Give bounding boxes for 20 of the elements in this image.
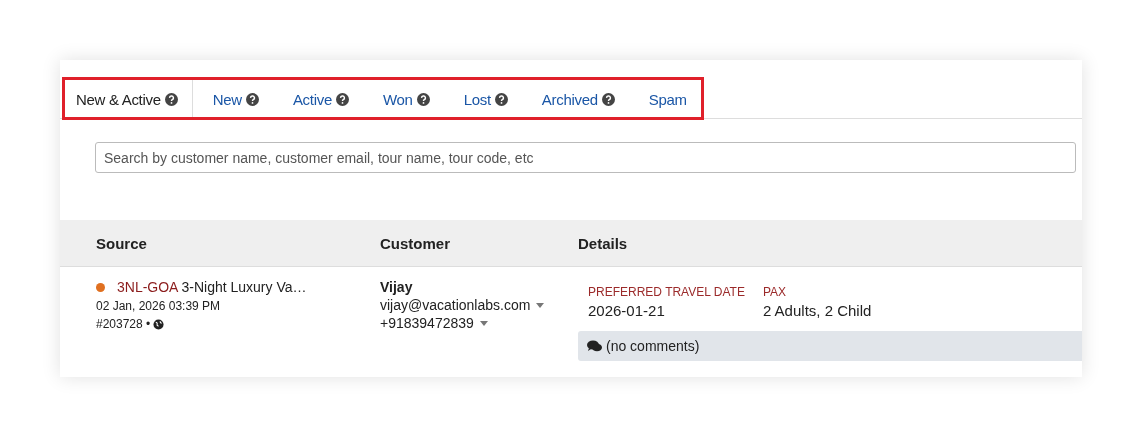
detail-value: 2026-01-21: [588, 302, 666, 319]
comments-icon: [587, 340, 602, 352]
customer-email: vijay@vacationlabs.com: [380, 297, 531, 313]
comments-text: (no comments): [606, 338, 700, 354]
tour-name: 3-Night Luxury Va…: [181, 279, 307, 295]
column-header: Customer: [380, 234, 451, 252]
column-header: Details: [578, 234, 629, 252]
detail-label: PREFERRED TRAVEL DATE: [588, 285, 745, 299]
caret-icon[interactable]: [536, 302, 545, 308]
detail-label: PAX: [762, 285, 788, 299]
enquiry-id: #203728 •: [96, 317, 151, 331]
enquiry-date: 02 Jan, 2026 03:39 PM: [96, 299, 222, 313]
tour-code[interactable]: 3NL-GOA: [117, 279, 179, 295]
column-header: Source: [96, 234, 148, 252]
globe-icon: [153, 318, 165, 330]
customer-name: Vijay: [380, 279, 414, 295]
search-field[interactable]: Search by customer name, customer email, tour name, tour code, etc: [95, 142, 1076, 173]
customer-phone: +91839472839: [380, 315, 474, 331]
detail-value: 2 Adults, 2 Child: [762, 302, 872, 319]
caret-icon[interactable]: [479, 320, 488, 326]
